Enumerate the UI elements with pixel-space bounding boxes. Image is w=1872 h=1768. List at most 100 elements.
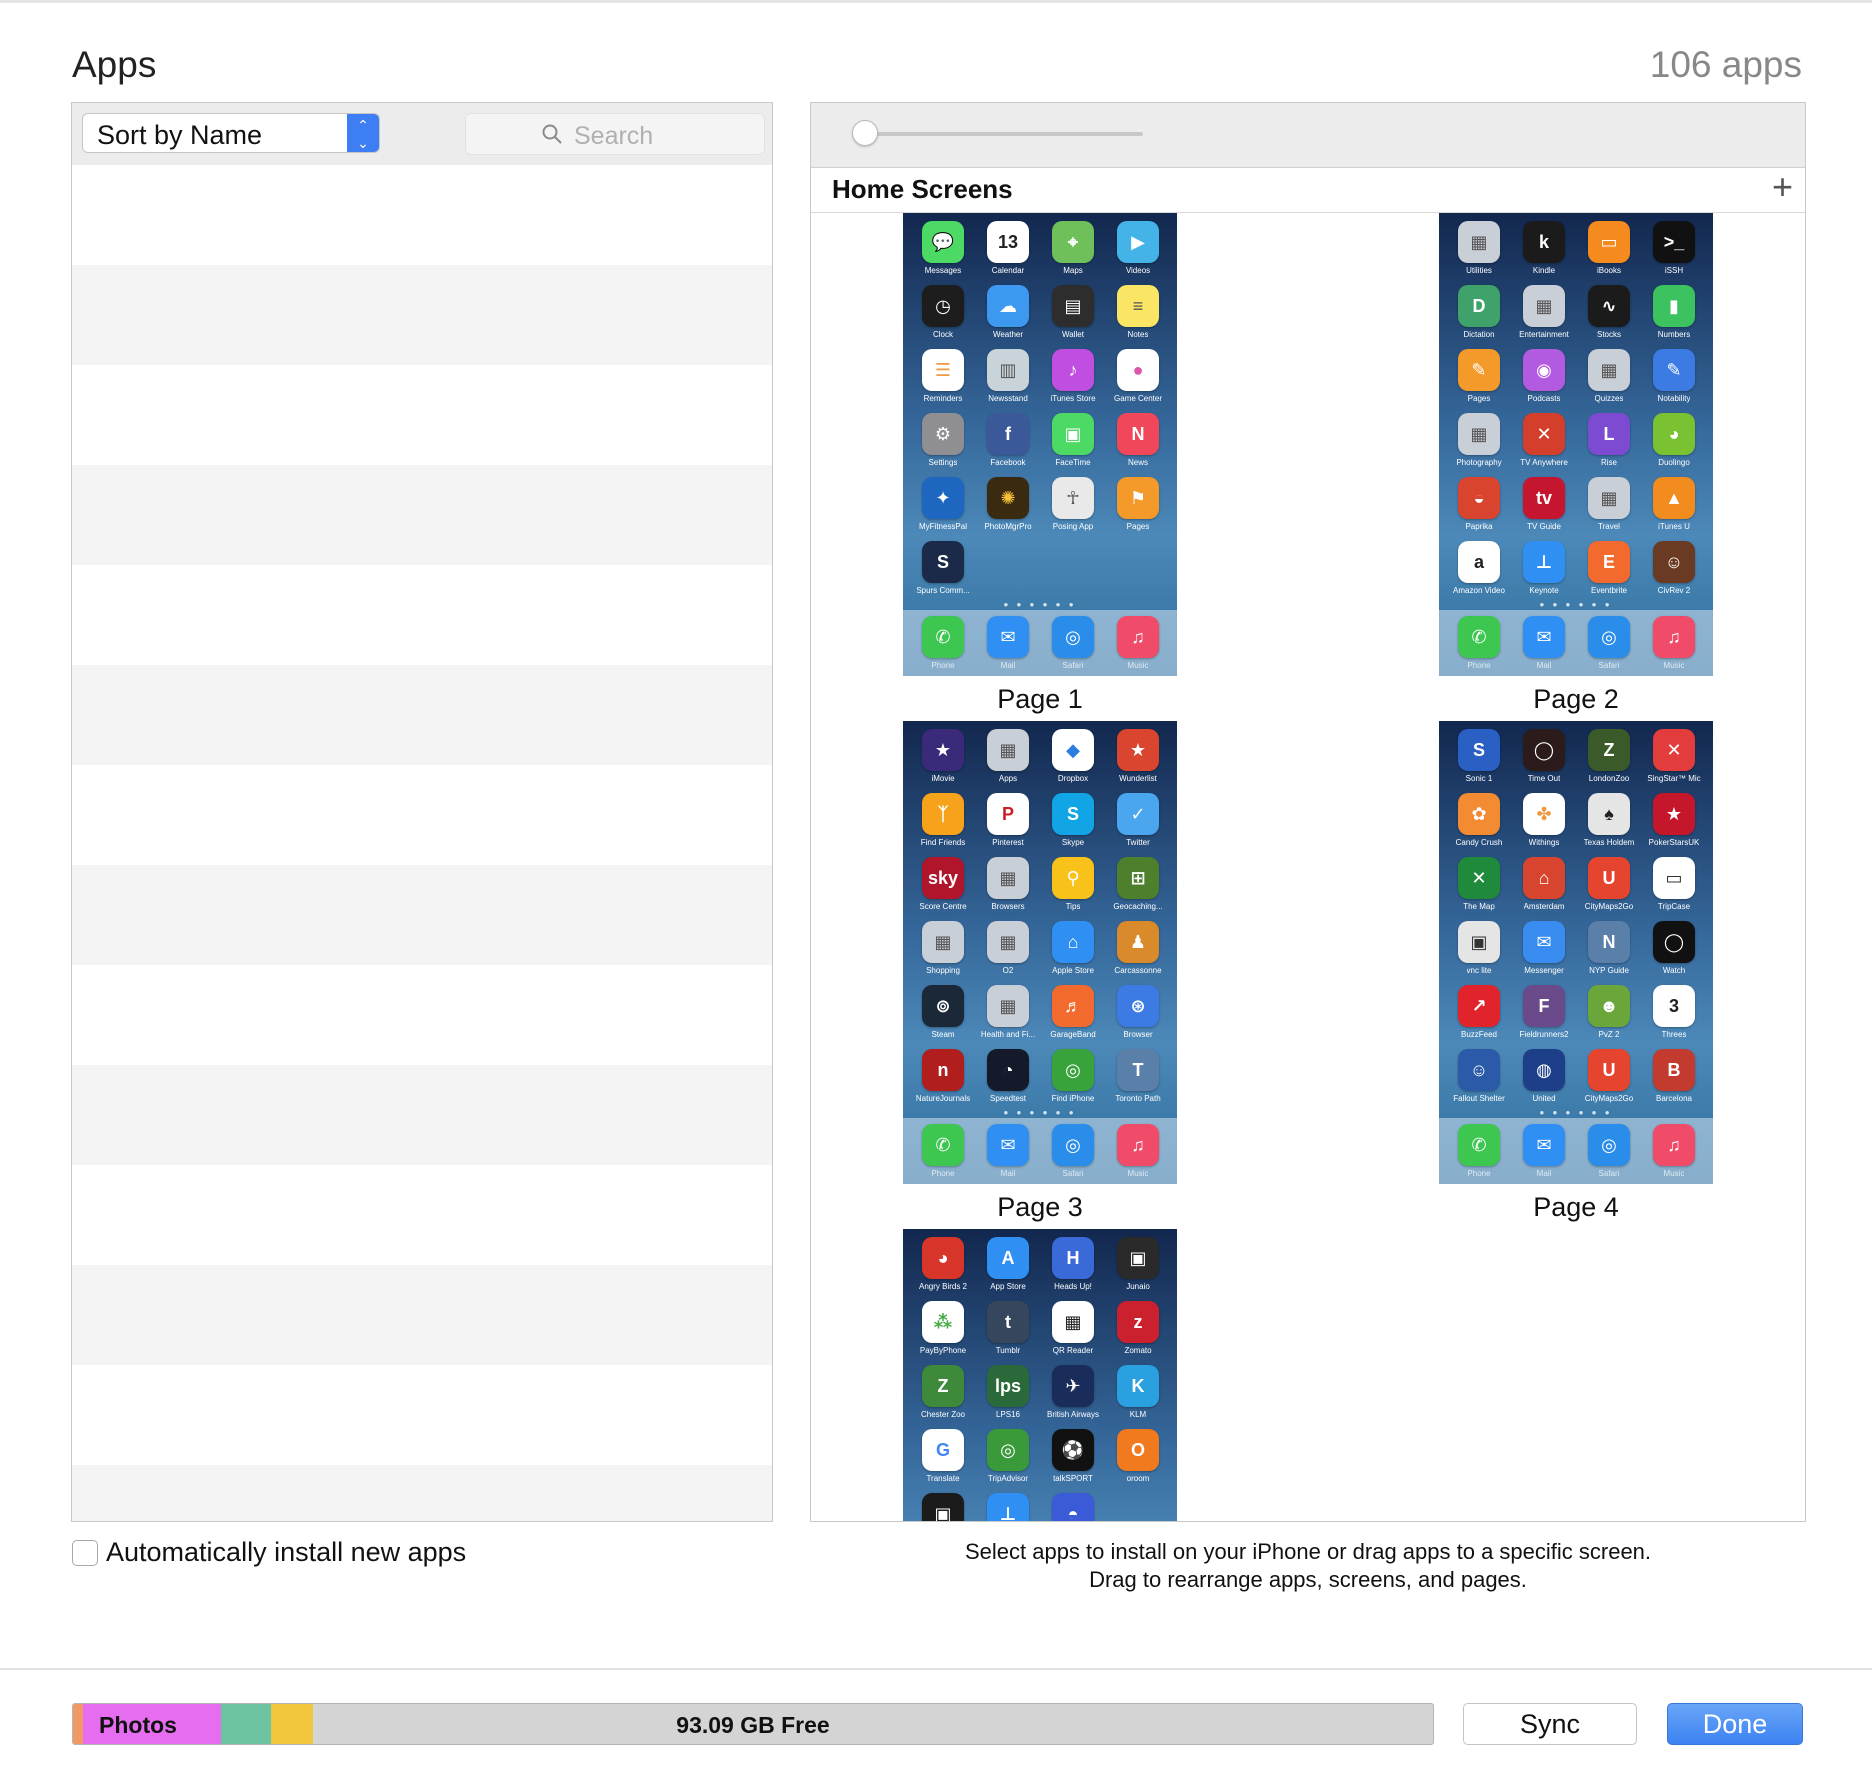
app-tile[interactable]: ✤ Withings bbox=[1512, 793, 1576, 857]
home-screen-page[interactable]: 💬 Messages 13 Calendar ⌖ Maps ▶ Videos ◷ Clock ☁ We… bbox=[903, 213, 1177, 715]
app-tile[interactable]: ▦ Browsers bbox=[976, 857, 1040, 921]
app-tile[interactable]: T Toronto Path bbox=[1106, 1049, 1170, 1113]
app-tile[interactable]: >_ iSSH bbox=[1642, 221, 1706, 285]
app-tile[interactable]: U CityMaps2Go bbox=[1577, 857, 1641, 921]
app-tile[interactable]: N News bbox=[1106, 413, 1170, 477]
app-tile[interactable]: ▦ Health and Fi... bbox=[976, 985, 1040, 1049]
app-tile[interactable]: lps LPS16 bbox=[976, 1365, 1040, 1429]
page-thumbnail[interactable]: ◕ Angry Birds 2 A App Store H Heads Up! ▣ Junai… bbox=[903, 1229, 1177, 1521]
dock-app[interactable]: ✉ Mail bbox=[976, 1124, 1040, 1184]
app-tile[interactable]: ♪ iTunes Store bbox=[1041, 349, 1105, 413]
app-tile[interactable]: ☁ Weather bbox=[976, 285, 1040, 349]
app-tile[interactable]: ♠ Texas Holdem bbox=[1577, 793, 1641, 857]
app-tile[interactable]: ⊞ Geocaching... bbox=[1106, 857, 1170, 921]
app-tile[interactable]: ⊥ Keynote bbox=[1512, 541, 1576, 605]
dock-app[interactable]: ♫ Music bbox=[1642, 1124, 1706, 1184]
app-tile[interactable]: ⚙ Settings bbox=[911, 413, 975, 477]
app-tile[interactable]: F Fieldrunners2 bbox=[1512, 985, 1576, 1049]
app-tile[interactable]: ◯ Time Out bbox=[1512, 729, 1576, 793]
app-tile[interactable]: ▦ Quizzes bbox=[1577, 349, 1641, 413]
dock-app[interactable]: ♫ Music bbox=[1106, 1124, 1170, 1184]
search-input[interactable]: Search bbox=[465, 113, 765, 155]
app-tile[interactable]: ∿ Stocks bbox=[1577, 285, 1641, 349]
dock-app[interactable]: ✉ Mail bbox=[976, 616, 1040, 676]
app-tile[interactable]: ✕ TV Anywhere bbox=[1512, 413, 1576, 477]
zoom-slider-track[interactable] bbox=[856, 132, 1143, 136]
dock-app[interactable]: ✆ Phone bbox=[1447, 1124, 1511, 1184]
app-tile[interactable]: Ooroom bbox=[1106, 1429, 1170, 1493]
app-tile[interactable]: ᛉ Find Friends bbox=[911, 793, 975, 857]
app-tile[interactable]: ★ PokerStarsUK bbox=[1642, 793, 1706, 857]
app-tile[interactable]: f Facebook bbox=[976, 413, 1040, 477]
app-tile[interactable]: ⚽ talkSPORT bbox=[1041, 1429, 1105, 1493]
app-tile[interactable]: z Zomato bbox=[1106, 1301, 1170, 1365]
app-tile[interactable]: ▦ Entertainment bbox=[1512, 285, 1576, 349]
app-tile[interactable]: ⌂ Apple Store bbox=[1041, 921, 1105, 985]
app-tile[interactable]: ▦ Travel bbox=[1577, 477, 1641, 541]
app-tile[interactable]: ▣ vnc lite bbox=[1447, 921, 1511, 985]
app-tile[interactable]: ↗ BuzzFeed bbox=[1447, 985, 1511, 1049]
app-tile[interactable]: k Kindle bbox=[1512, 221, 1576, 285]
app-tile[interactable]: 13 Calendar bbox=[976, 221, 1040, 285]
app-tile[interactable]: ♬ GarageBand bbox=[1041, 985, 1105, 1049]
page-thumbnail[interactable]: 💬 Messages 13 Calendar ⌖ Maps ▶ Videos ◷ Clock ☁ We… bbox=[903, 213, 1177, 676]
app-tile[interactable]: ⌖ Maps bbox=[1041, 221, 1105, 285]
app-tile[interactable]: ▦ Shopping bbox=[911, 921, 975, 985]
app-tile[interactable]: ◆ Dropbox bbox=[1041, 729, 1105, 793]
page-thumbnail[interactable]: ▦ Utilities k Kindle ▭ iBooks >_ iSSH D Dictation… bbox=[1439, 213, 1713, 676]
app-tile[interactable]: ⊛ Browser bbox=[1106, 985, 1170, 1049]
app-tile[interactable]: ⌂ Amsterdam bbox=[1512, 857, 1576, 921]
app-tile[interactable]: P Pinterest bbox=[976, 793, 1040, 857]
app-tile[interactable]: ▦ O2 bbox=[976, 921, 1040, 985]
app-tile[interactable]: Z LondonZoo bbox=[1577, 729, 1641, 793]
page-thumbnail[interactable]: S Sonic 1 ◯ Time Out Z LondonZoo ✕ SingStar™ Mi… bbox=[1439, 721, 1713, 1184]
app-tile[interactable]: n NatureJournals bbox=[911, 1049, 975, 1113]
app-tile[interactable]: S Sonic 1 bbox=[1447, 729, 1511, 793]
app-tile[interactable]: ☰ Reminders bbox=[911, 349, 975, 413]
app-tile[interactable]: G Translate bbox=[911, 1429, 975, 1493]
done-button[interactable]: Done bbox=[1667, 1703, 1803, 1745]
app-tile[interactable]: ▲ iTunes U bbox=[1642, 477, 1706, 541]
app-tile[interactable]: sky Score Centre bbox=[911, 857, 975, 921]
app-tile[interactable]: ☥ Posing App bbox=[1041, 477, 1105, 541]
app-tile[interactable]: ◒ Paprika bbox=[1447, 477, 1511, 541]
app-tile[interactable]: S Skype bbox=[1041, 793, 1105, 857]
app-tile[interactable]: ✈ British Airways bbox=[1041, 1365, 1105, 1429]
app-tile[interactable]: ⊚ Steam bbox=[911, 985, 975, 1049]
home-screen-page[interactable]: ▦ Utilities k Kindle ▭ iBooks >_ iSSH D Dictation… bbox=[1439, 213, 1713, 715]
app-tile[interactable]: ▭ TripCase bbox=[1642, 857, 1706, 921]
app-tile[interactable]: ☺ CivRev 2 bbox=[1642, 541, 1706, 605]
dock-app[interactable]: ✉ Mail bbox=[1512, 616, 1576, 676]
app-tile[interactable]: N NYP Guide bbox=[1577, 921, 1641, 985]
sort-dropdown[interactable]: Sort by Name ⌃ ⌄ bbox=[82, 113, 380, 153]
app-tile[interactable]: ✎ Notability bbox=[1642, 349, 1706, 413]
app-tile[interactable]: S Spurs Comm... bbox=[911, 541, 975, 605]
app-tile[interactable]: ● Game Center bbox=[1106, 349, 1170, 413]
apps-list[interactable] bbox=[72, 165, 772, 1521]
dock-app[interactable]: ◎ Safari bbox=[1577, 1124, 1641, 1184]
app-tile[interactable]: ✓ Twitter bbox=[1106, 793, 1170, 857]
dock-app[interactable]: ✆ Phone bbox=[911, 616, 975, 676]
app-tile[interactable]: Z Chester Zoo bbox=[911, 1365, 975, 1429]
app-tile[interactable]: ✦ MyFitnessPal bbox=[911, 477, 975, 541]
app-tile[interactable]: H Heads Up! bbox=[1041, 1237, 1105, 1301]
page-thumbnail[interactable]: ★ iMovie ▦ Apps ◆ Dropbox ★ Wunderlist ᛉ Find Fri… bbox=[903, 721, 1177, 1184]
app-tile[interactable]: ▶ Videos bbox=[1106, 221, 1170, 285]
app-tile[interactable]: ▦ QR Reader bbox=[1041, 1301, 1105, 1365]
app-tile[interactable]: ◕ Duolingo bbox=[1642, 413, 1706, 477]
add-page-button[interactable]: + bbox=[1772, 169, 1793, 205]
app-tile[interactable]: ▣ FaceTime bbox=[1041, 413, 1105, 477]
app-tile[interactable]: ★ Wunderlist bbox=[1106, 729, 1170, 793]
app-tile[interactable]: ◎ TripAdvisor bbox=[976, 1429, 1040, 1493]
dock-app[interactable]: ◎ Safari bbox=[1041, 616, 1105, 676]
app-tile[interactable]: ▥ Newsstand bbox=[976, 349, 1040, 413]
app-tile[interactable]: ✕ The Map bbox=[1447, 857, 1511, 921]
zoom-slider-thumb[interactable] bbox=[852, 120, 878, 146]
home-screen-page[interactable]: ★ iMovie ▦ Apps ◆ Dropbox ★ Wunderlist ᛉ Find Fri… bbox=[903, 721, 1177, 1223]
app-tile[interactable]: ▮ Numbers bbox=[1642, 285, 1706, 349]
home-screen-page[interactable]: S Sonic 1 ◯ Time Out Z LondonZoo ✕ SingStar™ Mi… bbox=[1439, 721, 1713, 1223]
app-tile[interactable]: ⚲ Tips bbox=[1041, 857, 1105, 921]
dock-app[interactable]: ✆ Phone bbox=[1447, 616, 1511, 676]
app-tile[interactable]: ◓ bbox=[1041, 1493, 1105, 1521]
app-tile[interactable]: K KLM bbox=[1106, 1365, 1170, 1429]
